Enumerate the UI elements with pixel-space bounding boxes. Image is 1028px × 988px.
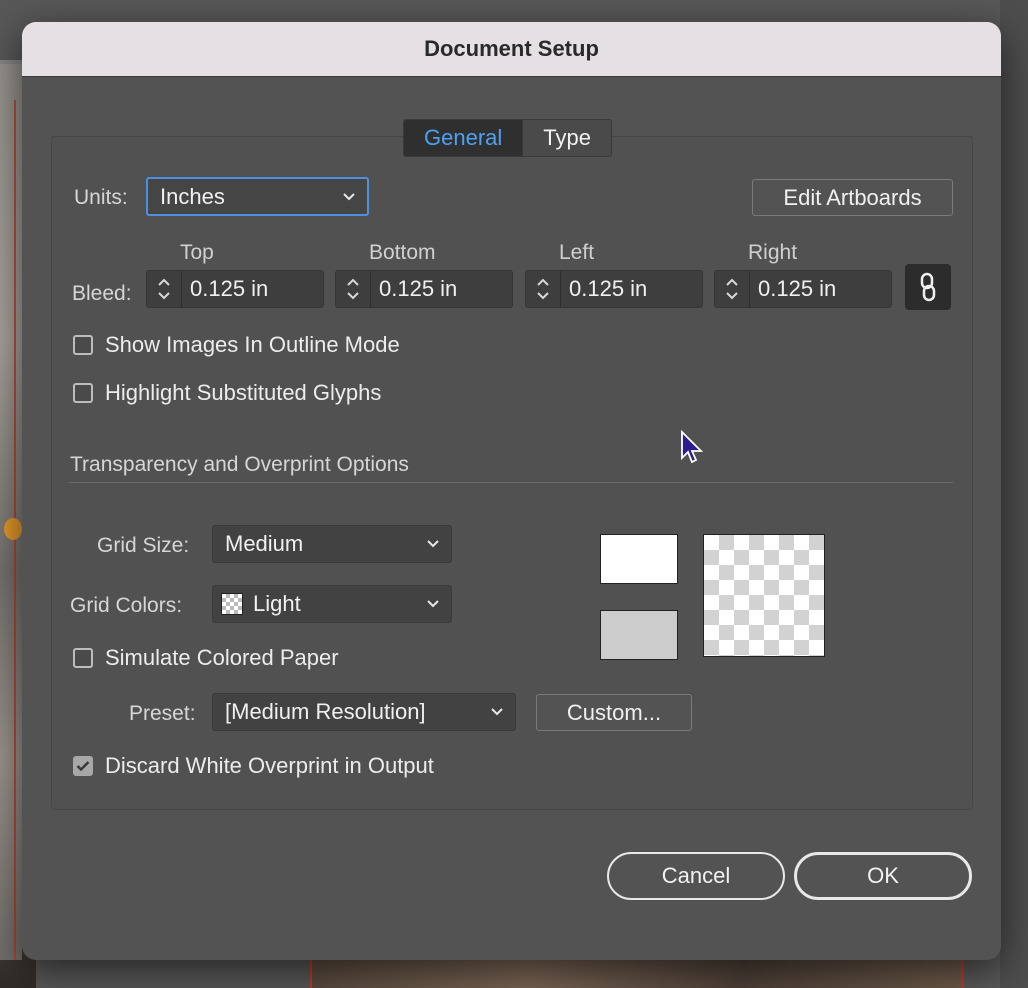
discard-white-label: Discard White Overprint in Output <box>105 753 434 778</box>
bleed-right-input[interactable]: 0.125 in <box>750 271 891 307</box>
bleed-top-heading: Top <box>180 241 214 264</box>
highlight-glyphs-checkbox[interactable] <box>73 383 93 403</box>
mouse-cursor-icon <box>681 430 704 464</box>
simulate-paper-label: Simulate Colored Paper <box>105 645 339 670</box>
show-images-outline-checkbox[interactable] <box>73 335 93 355</box>
custom-button[interactable]: Custom... <box>536 694 692 731</box>
bleed-bottom-heading: Bottom <box>369 241 436 264</box>
section-divider <box>69 482 953 483</box>
grid-size-dropdown[interactable]: Medium <box>212 525 452 563</box>
bleed-left-heading: Left <box>559 241 595 264</box>
bleed-bottom-input[interactable]: 0.125 in <box>371 271 512 307</box>
document-setup-dialog: Document Setup General Type <box>22 22 1001 960</box>
checkmark-icon <box>76 761 90 772</box>
stepper-icon[interactable] <box>526 271 561 307</box>
bleed-left-field: 0.125 in <box>525 270 703 308</box>
units-label: Units: <box>74 186 128 209</box>
chevron-down-icon <box>427 600 439 608</box>
bleed-right-field: 0.125 in <box>714 270 892 308</box>
grid-size-value: Medium <box>225 531 304 556</box>
bleed-top-input[interactable]: 0.125 in <box>182 271 323 307</box>
chevron-down-icon <box>427 540 439 548</box>
units-value: Inches <box>160 183 225 209</box>
background-canvas-right <box>1000 0 1028 988</box>
edit-artboards-button[interactable]: Edit Artboards <box>752 179 953 216</box>
bleed-left-input[interactable]: 0.125 in <box>561 271 702 307</box>
highlight-glyphs-label: Highlight Substituted Glyphs <box>105 380 382 405</box>
transparency-grid-preview <box>703 534 825 657</box>
bleed-right-heading: Right <box>748 241 798 264</box>
paper-color-swatch-bottom[interactable] <box>600 610 678 660</box>
bleed-top-field: 0.125 in <box>146 270 324 308</box>
background-orange-mark <box>4 518 22 540</box>
checker-swatch-icon <box>221 593 243 615</box>
simulate-paper-checkbox[interactable] <box>73 648 93 668</box>
show-images-outline-label: Show Images In Outline Mode <box>105 332 400 357</box>
paper-color-swatch-top[interactable] <box>600 534 678 584</box>
grid-colors-value: Light <box>253 591 301 616</box>
tab-general[interactable]: General <box>404 120 524 156</box>
discard-white-checkbox[interactable] <box>73 756 93 776</box>
tab-type[interactable]: Type <box>523 120 611 156</box>
chain-link-icon[interactable] <box>905 264 951 310</box>
stepper-icon[interactable] <box>147 271 182 307</box>
tab-bar: General Type <box>403 119 612 157</box>
dialog-title: Document Setup <box>22 22 1001 77</box>
background-artboard-edge <box>0 60 22 960</box>
stepper-icon[interactable] <box>336 271 371 307</box>
chevron-down-icon <box>343 193 355 201</box>
bleed-label: Bleed: <box>72 282 132 305</box>
background-canvas-bottom <box>310 958 964 988</box>
preset-label: Preset: <box>129 702 196 725</box>
grid-colors-dropdown[interactable]: Light <box>212 585 452 623</box>
transparency-section-title: Transparency and Overprint Options <box>70 453 409 476</box>
stepper-icon[interactable] <box>715 271 750 307</box>
ok-button[interactable]: OK <box>794 852 972 900</box>
units-dropdown[interactable]: Inches <box>146 177 369 216</box>
grid-size-label: Grid Size: <box>97 534 190 557</box>
chevron-down-icon <box>491 708 503 716</box>
grid-colors-label: Grid Colors: <box>70 594 183 617</box>
cancel-button[interactable]: Cancel <box>607 852 785 900</box>
preset-value: [Medium Resolution] <box>225 699 426 724</box>
bleed-bottom-field: 0.125 in <box>335 270 513 308</box>
preset-dropdown[interactable]: [Medium Resolution] <box>212 693 516 731</box>
